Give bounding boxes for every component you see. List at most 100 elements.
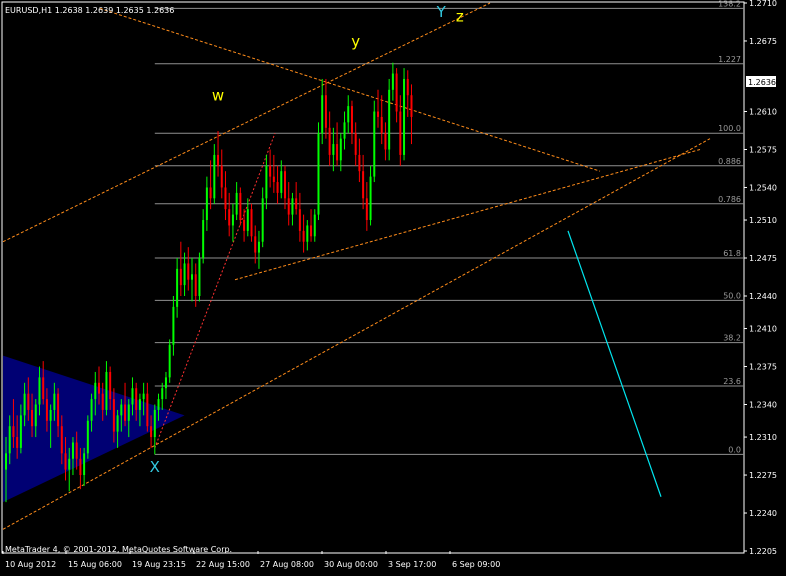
candle-body [168, 344, 171, 378]
candle-body [358, 154, 361, 172]
candle-body [191, 274, 193, 280]
candle-body [138, 399, 141, 410]
candle-body [164, 377, 167, 389]
wave-label: w [212, 87, 224, 105]
candle-body [131, 388, 134, 405]
candle-body [265, 165, 268, 199]
candle-body [27, 393, 30, 410]
y-tick-label: 1.2410 [749, 325, 777, 334]
fib-level-label: 0.886 [718, 157, 741, 166]
x-tick-label: 6 Sep 09:00 [452, 560, 500, 569]
candle-body [187, 263, 190, 280]
candle-body [406, 78, 409, 96]
triangle-upper-line [99, 7, 601, 172]
candle-body [98, 382, 100, 394]
candle-body [377, 111, 379, 117]
candle-body [239, 192, 242, 221]
candle-body [179, 268, 182, 286]
triangle-pattern [3, 355, 185, 503]
candle-body [410, 95, 413, 117]
candle-body [324, 95, 327, 128]
candle-body [71, 442, 74, 459]
candle-body [399, 111, 402, 155]
y-tick-label: 1.2205 [749, 547, 777, 556]
candle-body [336, 144, 339, 161]
candle-body [8, 426, 11, 454]
candle-body [347, 106, 350, 123]
candle-body [291, 198, 294, 215]
candle-body [38, 377, 41, 405]
candle-body [217, 154, 220, 166]
candle-body [94, 382, 97, 400]
x-tick-label: 19 Aug 23:15 [132, 560, 186, 569]
candle-body [194, 274, 197, 296]
fib-level-label: 50.0 [723, 291, 741, 300]
y-tick-label: 1.2575 [749, 145, 777, 154]
candle-body [298, 209, 301, 231]
y-tick-label: 1.2475 [749, 254, 777, 263]
candle-body [213, 154, 216, 199]
x-tick-label: 30 Aug 00:00 [324, 560, 378, 569]
y-tick-label: 1.2375 [749, 363, 777, 372]
candle-body [198, 258, 201, 296]
fib-level-label: 38.2 [723, 334, 741, 343]
candle-body [34, 404, 37, 427]
candle-body [23, 393, 26, 416]
fib-level-label: 61.8 [723, 249, 741, 258]
x-tick-label: 10 Aug 2012 [5, 560, 56, 569]
candle-body [280, 171, 283, 193]
candle-body [124, 404, 127, 421]
current-price-label: 1.2636 [748, 78, 776, 87]
candle-body [250, 209, 253, 237]
wave-label: y [351, 32, 360, 50]
candle-body [246, 209, 249, 231]
candle-body [42, 377, 45, 400]
candle-body [388, 89, 391, 150]
candle-body [243, 220, 246, 231]
candle-body [328, 127, 331, 155]
fib-level-label: 23.6 [723, 377, 741, 386]
candle-body [45, 399, 48, 421]
y-tick-label: 1.2240 [749, 509, 777, 518]
y-tick-label: 1.2340 [749, 401, 777, 410]
candle-body [205, 187, 208, 221]
wave-label: Y [436, 3, 447, 21]
candle-body [16, 437, 19, 448]
candle-body [49, 409, 52, 421]
x-tick-label: 3 Sep 17:00 [388, 560, 436, 569]
candle-body [391, 73, 394, 90]
candle-body [53, 393, 56, 410]
candle-body [183, 263, 186, 286]
x-tick-label: 22 Aug 15:00 [196, 560, 250, 569]
fib-level-label: 1.227 [718, 55, 741, 64]
candle-body [75, 442, 78, 459]
candle-body [153, 409, 156, 438]
candle-body [254, 236, 257, 253]
candle-body [90, 399, 93, 421]
candle-body [269, 165, 272, 177]
candle-body [354, 133, 357, 155]
candle-body [231, 214, 234, 226]
candle-body [343, 122, 346, 139]
candle-body [220, 165, 223, 188]
candle-body [109, 371, 112, 400]
triangle-lower-line [234, 149, 701, 281]
candle-body [112, 399, 115, 432]
candle-body [224, 187, 227, 210]
y-tick-label: 1.2440 [749, 292, 777, 301]
candle-body [105, 371, 108, 410]
candle-body [384, 133, 387, 150]
fib-level-label: 100.0 [718, 124, 741, 133]
candle-body [306, 225, 309, 242]
y-tick-label: 1.2675 [749, 37, 777, 46]
candle-body [57, 393, 60, 427]
candle-body [395, 73, 398, 112]
wave-label: z [456, 7, 464, 25]
candle-body [83, 453, 86, 476]
candle-body [403, 78, 406, 155]
candle-body [362, 171, 365, 199]
candle-body [176, 268, 179, 307]
y-tick-label: 1.2610 [749, 108, 777, 117]
candle-body [64, 453, 67, 470]
candle-body [120, 404, 123, 416]
